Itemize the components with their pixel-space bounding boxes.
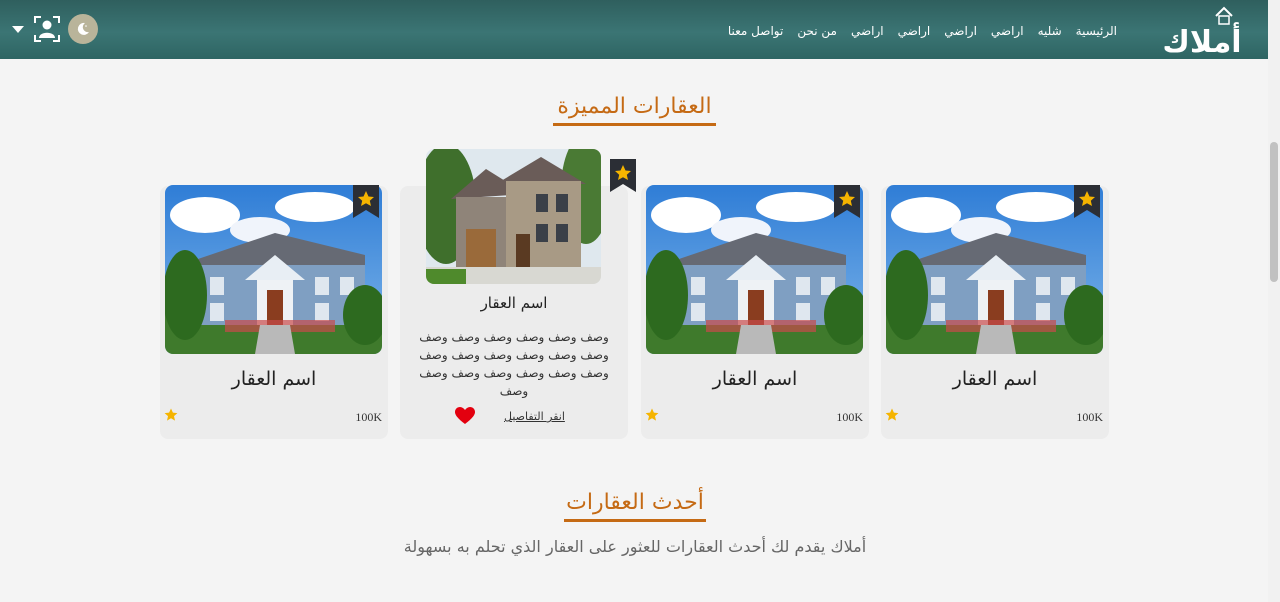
property-name: اسم العقار	[712, 368, 798, 390]
details-link[interactable]: انقر التفاصيل	[504, 410, 565, 423]
title-underline	[564, 519, 706, 522]
property-description: وصف وصف وصف وصف وصف وصف وصف وصف وصف وصف …	[419, 330, 609, 398]
property-price: 100K	[1076, 410, 1103, 424]
bookmark-ribbon-icon[interactable]	[353, 185, 379, 218]
user-frame-icon[interactable]	[32, 14, 62, 44]
property-name: اسم العقار	[231, 368, 317, 390]
featured-section-title: العقارات المميزة	[553, 94, 716, 126]
nav-contact[interactable]: تواصل معنا	[721, 23, 790, 39]
nav-lands-2[interactable]: اراضي	[937, 23, 984, 39]
featured-title-text: العقارات المميزة	[557, 94, 712, 119]
property-photo	[886, 185, 1103, 354]
property-photo	[426, 149, 601, 284]
nav-lands-1[interactable]: اراضي	[984, 23, 1031, 39]
main-nav: الرئيسية شليه اراضي اراضي اراضي اراضي من…	[721, 23, 1124, 39]
property-photo	[646, 185, 863, 354]
scrollbar-thumb[interactable]	[1270, 142, 1278, 282]
bookmark-ribbon-icon[interactable]	[610, 159, 636, 192]
property-card-expanded[interactable]: اسم العقار وصف وصف وصف وصف وصف وصف وصف و…	[400, 149, 636, 439]
chevron-down-icon[interactable]	[12, 25, 24, 33]
property-price: 100K	[355, 410, 382, 424]
property-photo	[165, 185, 382, 354]
property-name: اسم العقار	[952, 368, 1038, 390]
header-tools	[12, 14, 98, 44]
top-navbar: الرئيسية شليه اراضي اراضي اراضي اراضي من…	[0, 0, 1268, 59]
nav-lands-4[interactable]: اراضي	[844, 23, 891, 39]
bookmark-ribbon-icon[interactable]	[834, 185, 860, 218]
property-card[interactable]: اسم العقار 100K	[641, 185, 869, 439]
theme-toggle-button[interactable]	[68, 14, 98, 44]
property-price: 100K	[836, 410, 863, 424]
scrollbar[interactable]	[1268, 0, 1280, 602]
latest-section-subtitle: أملاك يقدم لك أحدث العقارات للعثور على ا…	[403, 537, 867, 556]
latest-title-text: أحدث العقارات	[566, 490, 704, 515]
property-card[interactable]: اسم العقار 100K	[881, 185, 1109, 439]
star-icon[interactable]	[885, 408, 899, 422]
property-name: اسم العقار	[480, 294, 548, 312]
nav-about[interactable]: من نحن	[790, 23, 844, 39]
bookmark-ribbon-icon[interactable]	[1074, 185, 1100, 218]
title-underline	[553, 123, 716, 126]
star-icon[interactable]	[164, 408, 178, 422]
logo-text: أملاك	[1162, 22, 1241, 56]
nav-chalet[interactable]: شليه	[1031, 23, 1069, 39]
property-card[interactable]: اسم العقار 100K	[160, 185, 388, 439]
nav-lands-3[interactable]: اراضي	[891, 23, 938, 39]
nav-home[interactable]: الرئيسية	[1069, 23, 1124, 39]
moon-icon	[77, 22, 89, 35]
amlak-logo[interactable]: أملاك	[1156, 4, 1248, 56]
latest-section-title: أحدث العقارات	[564, 490, 706, 522]
heart-icon[interactable]	[455, 407, 475, 425]
star-icon[interactable]	[645, 408, 659, 422]
